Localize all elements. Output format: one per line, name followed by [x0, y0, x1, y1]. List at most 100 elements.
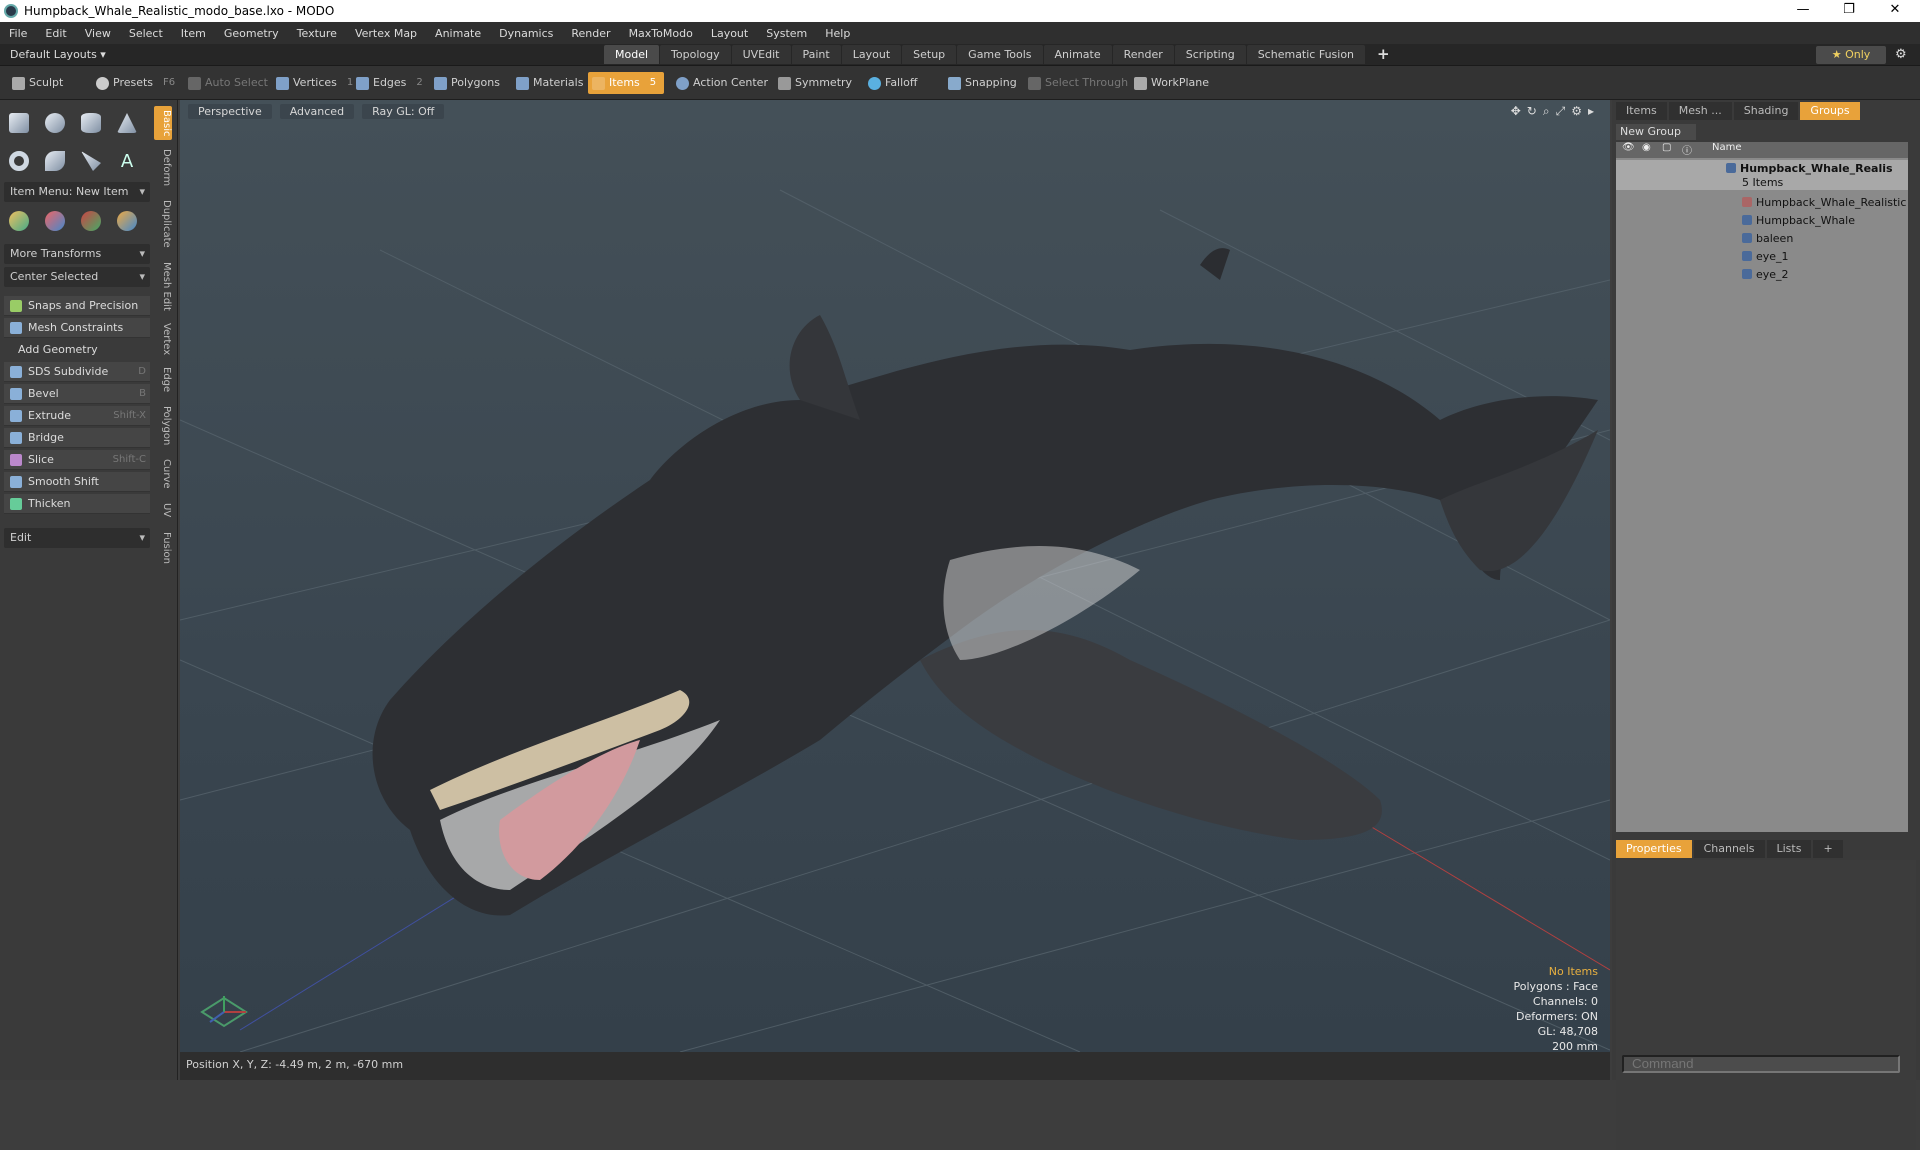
menu-file[interactable]: File: [0, 27, 36, 40]
raygl-button[interactable]: Ray GL: Off: [362, 104, 445, 119]
lock-column-icon[interactable]: ▢: [1662, 142, 1671, 153]
move-tool-icon[interactable]: [4, 206, 34, 236]
tab-mesh[interactable]: Mesh ...: [1668, 102, 1732, 120]
pan-icon[interactable]: ✥: [1511, 104, 1521, 119]
menu-maxtomodo[interactable]: MaxToModo: [620, 27, 702, 40]
menu-help[interactable]: Help: [816, 27, 859, 40]
tab-game-tools[interactable]: Game Tools: [957, 45, 1043, 64]
thicken-item[interactable]: Thicken: [4, 494, 150, 514]
item-menu-dropdown[interactable]: Item Menu: New Item: [4, 182, 150, 202]
cylinder-icon[interactable]: [76, 108, 106, 138]
tube-icon[interactable]: [40, 146, 70, 176]
orbit-icon[interactable]: ↻: [1527, 104, 1537, 119]
bridge-item[interactable]: Bridge: [4, 428, 150, 448]
visibility-column-icon[interactable]: 👁: [1622, 142, 1635, 153]
tab-groups[interactable]: Groups: [1800, 102, 1860, 120]
maximize-icon[interactable]: ⤢: [1556, 104, 1566, 119]
edit-dropdown[interactable]: Edit: [4, 528, 150, 548]
select-through-button[interactable]: Select Through: [1024, 72, 1132, 94]
menu-view[interactable]: View: [76, 27, 120, 40]
tree-item-humpback-whale[interactable]: Humpback_Whale: [1616, 212, 1908, 230]
default-layouts-dropdown[interactable]: Default Layouts ▾: [10, 48, 106, 61]
tab-shading[interactable]: Shading: [1733, 102, 1799, 120]
menu-dynamics[interactable]: Dynamics: [490, 27, 562, 40]
restore-button[interactable]: ❐: [1826, 0, 1872, 22]
menu-select[interactable]: Select: [120, 27, 172, 40]
tree-item-humpback-whale-realistic[interactable]: Humpback_Whale_Realistic: [1616, 194, 1908, 212]
edges-button[interactable]: Edges 2: [352, 72, 427, 94]
menu-edit[interactable]: Edit: [36, 27, 75, 40]
menu-item[interactable]: Item: [172, 27, 215, 40]
tab-model[interactable]: Model: [604, 45, 660, 64]
text-icon[interactable]: A: [112, 146, 142, 176]
menu-texture[interactable]: Texture: [288, 27, 346, 40]
vtab-edge[interactable]: Edge: [154, 364, 172, 396]
vtab-vertex[interactable]: Vertex: [154, 320, 172, 358]
vtab-mesh-edit[interactable]: Mesh Edit: [154, 258, 172, 314]
command-input[interactable]: [1622, 1055, 1900, 1073]
sphere-icon[interactable]: [40, 108, 70, 138]
pen-icon[interactable]: [76, 146, 106, 176]
advanced-button[interactable]: Advanced: [279, 104, 355, 119]
tab-layout[interactable]: Layout: [841, 45, 902, 64]
tab-scripting[interactable]: Scripting: [1174, 45, 1246, 64]
snaps-and-precision-item[interactable]: Snaps and Precision: [4, 296, 150, 316]
vertices-button[interactable]: Vertices 1: [272, 72, 357, 94]
vtab-polygon[interactable]: Polygon: [154, 402, 172, 450]
vtab-curve[interactable]: Curve: [154, 456, 172, 492]
menu-animate[interactable]: Animate: [426, 27, 490, 40]
snapping-button[interactable]: Snapping: [944, 72, 1021, 94]
add-geometry-header[interactable]: Add Geometry: [4, 340, 150, 360]
vtab-fusion[interactable]: Fusion: [154, 528, 172, 568]
only-toggle[interactable]: ★ Only: [1816, 46, 1886, 64]
bevel-item[interactable]: Bevel B: [4, 384, 150, 404]
falloff-button[interactable]: Falloff: [864, 72, 921, 94]
polygons-button[interactable]: Polygons: [430, 72, 504, 94]
viewport-menu-arrow-icon[interactable]: ▸: [1588, 104, 1594, 119]
vtab-basic[interactable]: Basic: [154, 106, 172, 140]
extrude-item[interactable]: Extrude Shift-X: [4, 406, 150, 426]
menu-render[interactable]: Render: [562, 27, 619, 40]
sculpt-button[interactable]: Sculpt: [8, 72, 67, 94]
more-transforms-dropdown[interactable]: More Transforms: [4, 244, 150, 264]
vtab-uv[interactable]: UV: [154, 498, 172, 522]
vtab-deform[interactable]: Deform: [154, 146, 172, 190]
slice-item[interactable]: Slice Shift-C: [4, 450, 150, 470]
new-group-button[interactable]: New Group: [1616, 124, 1696, 140]
rotate-tool-icon[interactable]: [40, 206, 70, 236]
center-selected-dropdown[interactable]: Center Selected: [4, 267, 150, 287]
tab-properties[interactable]: Properties: [1616, 840, 1692, 858]
auto-select-button[interactable]: Auto Select: [184, 72, 272, 94]
tab-setup[interactable]: Setup: [902, 45, 957, 64]
menu-system[interactable]: System: [757, 27, 816, 40]
tab-render[interactable]: Render: [1112, 45, 1174, 64]
cone-icon[interactable]: [112, 108, 142, 138]
torus-icon[interactable]: [4, 146, 34, 176]
tab-channels[interactable]: Channels: [1693, 840, 1765, 858]
perspective-button[interactable]: Perspective: [188, 104, 272, 119]
materials-button[interactable]: Materials: [512, 72, 587, 94]
action-center-button[interactable]: Action Center: [672, 72, 772, 94]
tab-items[interactable]: Items: [1616, 102, 1667, 120]
viewport-gear-icon[interactable]: ⚙: [1571, 104, 1582, 119]
menu-vertex-map[interactable]: Vertex Map: [346, 27, 426, 40]
gear-icon[interactable]: ⚙: [1895, 47, 1907, 62]
humpback-whale-model[interactable]: [372, 248, 1599, 916]
tab-lists[interactable]: Lists: [1766, 840, 1812, 858]
tab-schematic-fusion[interactable]: Schematic Fusion: [1246, 45, 1366, 64]
mesh-constraints-item[interactable]: Mesh Constraints: [4, 318, 150, 338]
transform-tool-icon[interactable]: [112, 206, 142, 236]
add-props-tab-button[interactable]: +: [1813, 840, 1843, 858]
tab-topology[interactable]: Topology: [660, 45, 731, 64]
select-column-icon[interactable]: ⓘ: [1682, 142, 1692, 157]
smooth-shift-item[interactable]: Smooth Shift: [4, 472, 150, 492]
render-column-icon[interactable]: ◉: [1642, 142, 1651, 153]
items-button[interactable]: Items 5: [588, 72, 664, 94]
menu-geometry[interactable]: Geometry: [215, 27, 288, 40]
workplane-button[interactable]: WorkPlane: [1130, 72, 1213, 94]
tab-animate[interactable]: Animate: [1043, 45, 1112, 64]
sds-subdivide-item[interactable]: SDS Subdivide D: [4, 362, 150, 382]
3d-viewport[interactable]: Perspective Advanced Ray GL: Off ✥ ↻ ⌕ ⤢…: [180, 100, 1610, 1052]
vtab-duplicate[interactable]: Duplicate: [154, 196, 172, 252]
cube-icon[interactable]: [4, 108, 34, 138]
